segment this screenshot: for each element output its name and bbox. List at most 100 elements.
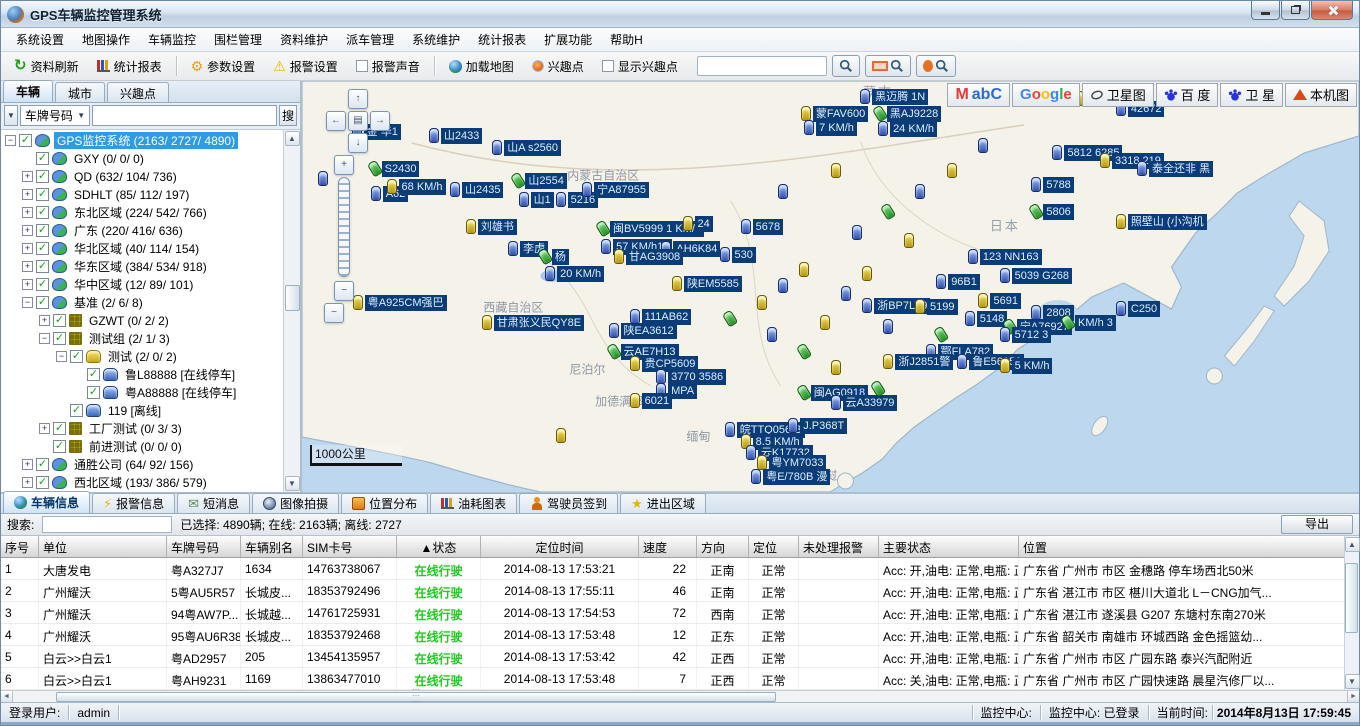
map-provider-baidusat-button[interactable]: 卫 星 [1220, 83, 1283, 107]
tree-node[interactable]: −✓GPS监控系统 (2163/ 2727/ 4890) [3, 132, 283, 150]
hscroll-left-icon[interactable]: ◄ [1, 691, 13, 702]
map-marker[interactable]: 5806 [1031, 204, 1073, 220]
menu-item[interactable]: 资料维护 [271, 28, 337, 51]
tree-expander-icon[interactable]: + [22, 189, 33, 200]
tree-expander-icon[interactable]: + [22, 207, 33, 218]
tab-图像拍摄[interactable]: 图像拍摄 [252, 493, 339, 513]
table-scroll-up-icon[interactable]: ▲ [1345, 537, 1360, 552]
tree-checkbox[interactable]: ✓ [70, 404, 83, 417]
scroll-down-icon[interactable]: ▼ [285, 476, 300, 491]
toolbar-报警设置[interactable]: ⚠报警设置 [264, 54, 347, 79]
column-header-主要状态[interactable]: 主要状态 [879, 536, 1019, 557]
table-hscrollbar[interactable]: ◄ ► [1, 690, 1359, 702]
pan-down-button[interactable]: ↓ [348, 133, 368, 153]
column-header-▲状态[interactable]: ▲状态 [397, 536, 481, 557]
pan-right-button[interactable]: → [370, 111, 390, 131]
tree-checkbox[interactable]: ✓ [36, 170, 49, 183]
zoom-out-button[interactable]: − [334, 281, 354, 301]
map-marker[interactable]: J.P368T [788, 418, 847, 434]
tree-scrollbar[interactable]: ▲ ▼ [283, 130, 300, 492]
column-header-方向[interactable]: 方向 [697, 536, 749, 557]
map-marker[interactable]: 云A33979 [831, 395, 898, 411]
tree-node[interactable]: ✓鲁L88888 [在线停车] [3, 366, 283, 384]
map-marker[interactable]: 530 [720, 247, 756, 263]
search-field-combo[interactable]: 车牌号码 ▼ [20, 105, 90, 126]
tree-checkbox[interactable]: ✓ [36, 296, 49, 309]
map-marker[interactable]: 24 KM/h [878, 121, 937, 137]
map-marker[interactable]: 陕EM5585 [672, 276, 742, 292]
tree-node[interactable]: ✓GXY (0/ 0/ 0) [3, 150, 283, 168]
map-marker[interactable]: 111AB62 [630, 309, 692, 325]
tree-expander-icon[interactable]: − [22, 297, 33, 308]
zoom-slider[interactable] [338, 177, 350, 277]
map-provider-mapabc-button[interactable]: MabC [947, 83, 1010, 107]
column-header-单位[interactable]: 单位 [39, 536, 167, 557]
map-marker[interactable] [904, 233, 914, 248]
map-marker[interactable]: 24 [683, 216, 713, 232]
toolbar-资料刷新[interactable]: ↻资料刷新 [5, 54, 88, 79]
map-provider-satmap-button[interactable]: 卫星图 [1082, 83, 1154, 107]
map-marker[interactable] [725, 311, 735, 326]
restore-button[interactable] [1281, 1, 1310, 20]
map-marker[interactable]: 68 KM/h [387, 179, 446, 195]
map-marker[interactable]: 5148 [965, 311, 1007, 327]
column-header-定位[interactable]: 定位 [749, 536, 799, 557]
tree-checkbox[interactable]: ✓ [36, 224, 49, 237]
menu-item[interactable]: 帮助H [601, 28, 652, 51]
tree-expander-icon[interactable]: + [39, 423, 50, 434]
map-marker[interactable]: 山A s2560 [492, 140, 561, 156]
table-row[interactable]: 4广州耀沃95粤AU6R38长城皮...18353792468在线行驶2014-… [1, 624, 1344, 646]
rect-search-button[interactable] [865, 55, 911, 77]
map-marker[interactable]: 5 KM/h [1000, 358, 1053, 374]
tree-checkbox[interactable]: ✓ [53, 422, 66, 435]
map-search-button[interactable] [832, 55, 860, 77]
tree-checkbox[interactable]: ✓ [53, 332, 66, 345]
map-provider-local-button[interactable]: 本机图 [1285, 83, 1357, 107]
map-marker[interactable] [862, 266, 872, 281]
map-marker[interactable]: 粤A925CM强巴 [353, 295, 447, 311]
tree-node[interactable]: +✓工厂测试 (0/ 3/ 3) [3, 420, 283, 438]
map-marker[interactable] [978, 138, 988, 153]
map-provider-baidu-button[interactable]: 百 度 [1156, 83, 1219, 107]
map-marker[interactable]: 甘AG3908 [614, 249, 683, 265]
checkbox-icon[interactable] [602, 60, 614, 72]
tree-checkbox[interactable]: ✓ [36, 476, 49, 489]
menu-item[interactable]: 统计报表 [469, 28, 535, 51]
map-marker[interactable]: 杨 [540, 249, 569, 265]
tree-expander-icon[interactable]: − [5, 135, 16, 146]
toolbar-兴趣点[interactable]: 兴趣点 [523, 54, 593, 79]
tree-expander-icon[interactable]: + [22, 477, 33, 488]
menu-item[interactable]: 地图操作 [73, 28, 139, 51]
tree-checkbox[interactable]: ✓ [53, 314, 66, 327]
map-search-input[interactable] [697, 56, 827, 76]
tab-油耗图表[interactable]: 油耗图表 [430, 493, 517, 513]
tree-checkbox[interactable]: ✓ [53, 440, 66, 453]
tree-checkbox[interactable]: ✓ [19, 134, 32, 147]
table-row[interactable]: 1大唐发电粤A327J7163414763738067在线行驶2014-08-1… [1, 558, 1344, 580]
menu-item[interactable]: 派车管理 [337, 28, 403, 51]
tree-node[interactable]: +✓华中区域 (12/ 89/ 101) [3, 276, 283, 294]
map-marker[interactable] [883, 204, 893, 219]
poi-search-button[interactable] [916, 55, 956, 77]
tree-node[interactable]: ✓前进测试 (0/ 0/ 0) [3, 438, 283, 456]
column-header-车辆别名[interactable]: 车辆别名 [241, 536, 303, 557]
map-marker[interactable]: 刘雄书 [466, 219, 517, 235]
hscroll-right-icon[interactable]: ► [1347, 691, 1359, 702]
toolbar-显示兴趣点[interactable]: 显示兴趣点 [593, 54, 687, 79]
table-row[interactable]: 3广州耀沃94粤AW7P...长城越...14761725931在线行驶2014… [1, 602, 1344, 624]
close-button[interactable] [1311, 1, 1353, 20]
toolbar-参数设置[interactable]: ⚙参数设置 [182, 54, 265, 79]
map-marker[interactable]: 123 NN163 [968, 249, 1042, 265]
tree-expander-icon[interactable]: + [22, 243, 33, 254]
plate-search-input[interactable] [92, 105, 277, 126]
scroll-up-icon[interactable]: ▲ [285, 131, 300, 146]
map-marker[interactable] [936, 327, 946, 342]
map-marker[interactable] [799, 262, 809, 277]
zoom-in-button[interactable]: + [334, 155, 354, 175]
map-marker[interactable]: 陕EA3612 [609, 323, 677, 339]
tree-checkbox[interactable]: ✓ [36, 188, 49, 201]
tree-checkbox[interactable]: ✓ [87, 368, 100, 381]
tree-node[interactable]: +✓西北区域 (193/ 386/ 579) [3, 474, 283, 492]
tree-node[interactable]: +✓广东 (220/ 416/ 636) [3, 222, 283, 240]
tree-expander-icon[interactable]: + [22, 225, 33, 236]
